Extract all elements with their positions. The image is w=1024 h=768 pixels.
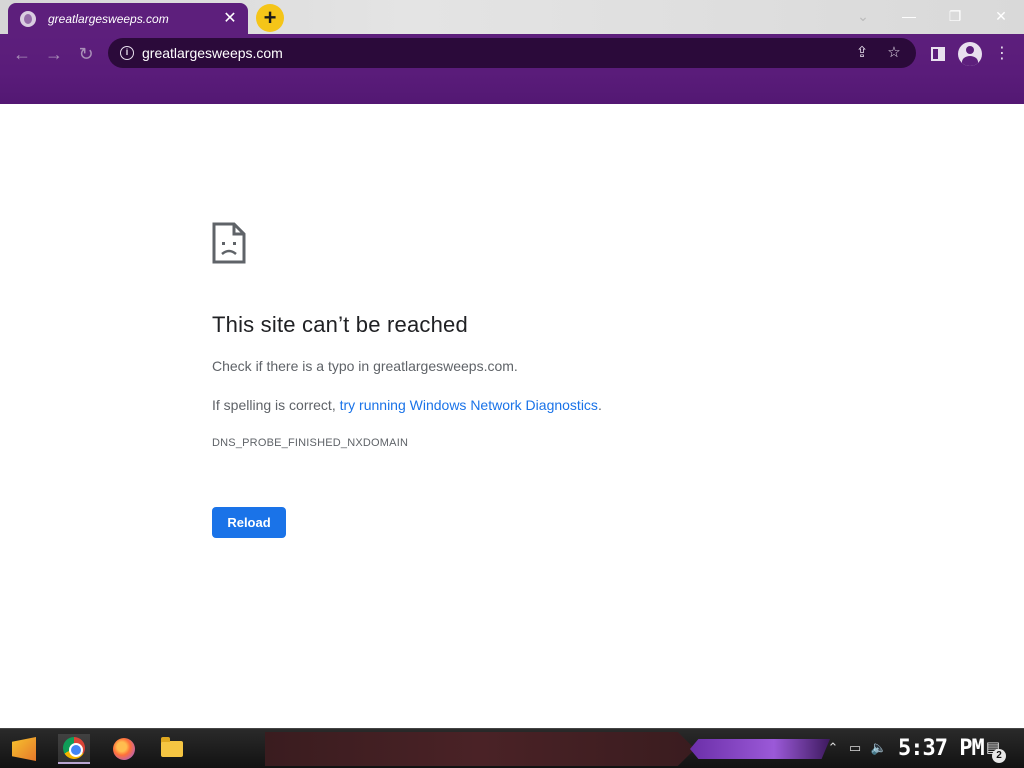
profile-button[interactable] [958, 42, 982, 66]
forward-button[interactable]: → [42, 42, 66, 66]
network-icon[interactable]: ▭ [846, 739, 864, 757]
typo-hint-text: Check if there is a typo in greatlargesw… [212, 358, 518, 374]
diagnostics-prefix: If spelling is correct, [212, 397, 340, 413]
close-tab-icon[interactable]: ✕ [222, 10, 238, 27]
taskbar-clock[interactable]: 5:37 PM [898, 733, 985, 765]
tray-chevron-icon[interactable]: ⌃ [824, 739, 842, 757]
start-button[interactable] [8, 734, 40, 764]
share-icon[interactable]: ⇪ [852, 43, 872, 63]
side-panel-icon [931, 47, 945, 61]
browser-toolbar: ← → ↻ i greatlargesweeps.com ⇪ ☆ ⋮ [0, 34, 1024, 104]
firefox-icon [113, 738, 135, 760]
menu-kebab-icon[interactable]: ⋮ [990, 42, 1014, 66]
taskbar-firefox[interactable] [108, 734, 140, 764]
taskbar-chrome[interactable] [58, 734, 90, 764]
taskbar-decoration [265, 732, 695, 766]
browser-tab[interactable]: greatlargesweeps.com ✕ [8, 3, 248, 34]
side-panel-button[interactable] [926, 42, 950, 66]
reload-button[interactable]: Reload [212, 507, 286, 538]
start-icon [12, 737, 36, 761]
diagnostics-hint: If spelling is correct, try running Wind… [212, 397, 602, 413]
error-page: This site can’t be reached Check if ther… [0, 104, 1024, 728]
error-code: DNS_PROBE_FINISHED_NXDOMAIN [212, 437, 409, 449]
minimize-button[interactable]: — [896, 5, 922, 27]
new-tab-button[interactable]: + [256, 4, 284, 32]
taskbar-decoration-accent [690, 739, 830, 759]
bookmark-star-icon[interactable]: ☆ [884, 43, 904, 63]
tab-search-chevron-icon[interactable]: ⌄ [850, 5, 876, 27]
chrome-icon [63, 737, 85, 759]
file-explorer-icon [161, 737, 183, 757]
error-title: This site can’t be reached [212, 312, 468, 337]
restore-button[interactable]: ❐ [942, 5, 968, 27]
address-bar[interactable]: i greatlargesweeps.com ⇪ ☆ [108, 38, 916, 68]
tab-strip: greatlargesweeps.com ✕ + ⌄ — ❐ ✕ [0, 0, 1024, 34]
globe-icon [20, 10, 36, 27]
taskbar: ⌃ ▭ 🔈 5:37 PM ▤ 2 [0, 728, 1024, 768]
notification-count-badge: 2 [992, 749, 1006, 763]
url-text[interactable]: greatlargesweeps.com [142, 45, 840, 61]
close-window-button[interactable]: ✕ [988, 5, 1014, 27]
tab-title: greatlargesweeps.com [48, 11, 169, 26]
taskbar-file-explorer[interactable] [156, 734, 188, 764]
diagnostics-suffix: . [597, 397, 602, 413]
site-info-icon[interactable]: i [120, 46, 134, 60]
reload-page-button[interactable]: ↻ [74, 42, 98, 66]
sad-page-icon [212, 222, 246, 264]
network-diagnostics-link[interactable]: try running Windows Network Diagnostics [340, 397, 598, 413]
volume-muted-icon[interactable]: 🔈 [870, 739, 888, 757]
back-button[interactable]: ← [10, 42, 34, 66]
profile-avatar-icon [958, 42, 982, 66]
